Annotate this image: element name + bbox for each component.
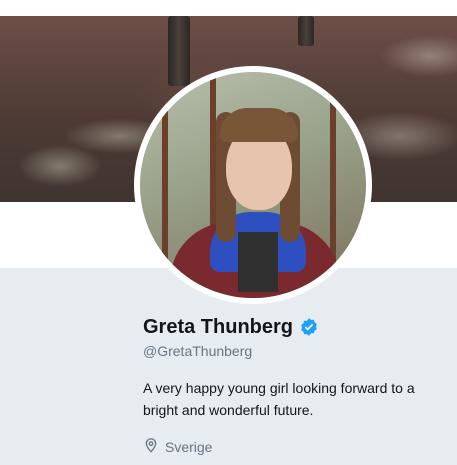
location-pin-icon <box>143 437 159 458</box>
banner-tree-trunk <box>298 16 314 46</box>
avatar-bg-bar <box>162 72 168 298</box>
profile-name-row: Greta Thunberg <box>143 315 319 339</box>
top-strip <box>0 0 457 16</box>
avatar-photo <box>140 72 366 298</box>
profile-handle[interactable]: @GretaThunberg <box>143 343 252 359</box>
profile-location: Sverige <box>143 437 212 457</box>
profile-avatar[interactable] <box>134 66 372 304</box>
banner-tree-trunk <box>168 16 190 86</box>
verified-badge-icon <box>299 317 319 337</box>
avatar-shirt <box>238 232 278 292</box>
location-text: Sverige <box>165 439 213 455</box>
avatar-hair-top <box>220 108 298 142</box>
profile-name[interactable]: Greta Thunberg <box>143 316 293 339</box>
profile-bio: A very happy young girl looking forward … <box>143 380 415 418</box>
